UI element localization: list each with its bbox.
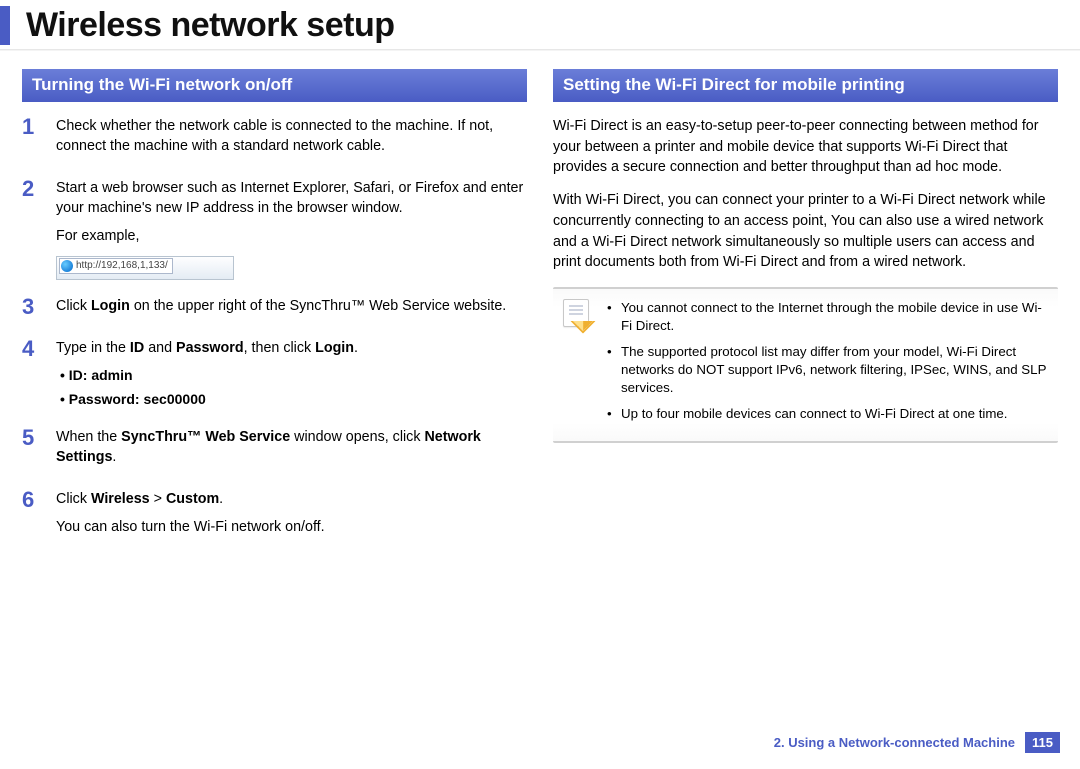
note-pencil-icon (563, 299, 589, 327)
step-number: 6 (22, 489, 42, 545)
steps-list: 1 Check whether the network cable is con… (22, 116, 527, 545)
page-title: Wireless network setup (26, 6, 1080, 45)
step-text: Type in the ID and Password, then click … (56, 338, 527, 358)
page-header: Wireless network setup (0, 6, 1080, 45)
right-column: Setting the Wi-Fi Direct for mobile prin… (553, 69, 1058, 559)
step-body: Check whether the network cable is conne… (56, 116, 527, 164)
browser-icon (61, 260, 73, 272)
step-number: 5 (22, 427, 42, 475)
intro-paragraph-1: Wi-Fi Direct is an easy-to-setup peer-to… (553, 116, 1058, 178)
note-item: Up to four mobile devices can connect to… (607, 405, 1048, 423)
step-text: Click Wireless > Custom. (56, 489, 527, 509)
header-divider (0, 49, 1080, 51)
note-box: You cannot connect to the Internet throu… (553, 287, 1058, 443)
note-list: You cannot connect to the Internet throu… (607, 299, 1048, 431)
step-number: 4 (22, 338, 42, 413)
step-number: 2 (22, 178, 42, 282)
step-text: When the SyncThru™ Web Service window op… (56, 427, 527, 467)
step-4: 4 Type in the ID and Password, then clic… (22, 338, 527, 413)
step-extra: You can also turn the Wi-Fi network on/o… (56, 517, 527, 537)
step-body: Start a web browser such as Internet Exp… (56, 178, 527, 282)
note-item: You cannot connect to the Internet throu… (607, 299, 1048, 335)
step-5: 5 When the SyncThru™ Web Service window … (22, 427, 527, 475)
step-1: 1 Check whether the network cable is con… (22, 116, 527, 164)
section-title-right: Setting the Wi-Fi Direct for mobile prin… (553, 69, 1058, 102)
address-bar-inner: http://192,168,1,133/ (59, 258, 173, 274)
note-item: The supported protocol list may differ f… (607, 343, 1048, 397)
credential-password: Password: sec00000 (60, 390, 527, 410)
step-body: Type in the ID and Password, then click … (56, 338, 527, 413)
step-body: Click Login on the upper right of the Sy… (56, 296, 527, 324)
step-3: 3 Click Login on the upper right of the … (22, 296, 527, 324)
credential-id: ID: admin (60, 366, 527, 386)
step-2: 2 Start a web browser such as Internet E… (22, 178, 527, 282)
address-bar-example: http://192,168,1,133/ (56, 256, 234, 280)
step-6: 6 Click Wireless > Custom. You can also … (22, 489, 527, 545)
content-columns: Turning the Wi-Fi network on/off 1 Check… (0, 57, 1080, 559)
footer-chapter: 2. Using a Network-connected Machine (774, 735, 1015, 750)
step-number: 1 (22, 116, 42, 164)
step-text: Click Login on the upper right of the Sy… (56, 296, 527, 316)
page-footer: 2. Using a Network-connected Machine 115 (774, 732, 1060, 753)
step-number: 3 (22, 296, 42, 324)
step-body: Click Wireless > Custom. You can also tu… (56, 489, 527, 545)
page-number: 115 (1025, 732, 1060, 753)
section-title-left: Turning the Wi-Fi network on/off (22, 69, 527, 102)
intro-paragraph-2: With Wi-Fi Direct, you can connect your … (553, 190, 1058, 273)
left-column: Turning the Wi-Fi network on/off 1 Check… (22, 69, 527, 559)
example-url: http://192,168,1,133/ (76, 259, 168, 273)
step-body: When the SyncThru™ Web Service window op… (56, 427, 527, 475)
step-text: Start a web browser such as Internet Exp… (56, 178, 527, 218)
credentials-list: ID: admin Password: sec00000 (60, 366, 527, 409)
example-label: For example, (56, 226, 527, 246)
note-icon-wrap (563, 299, 595, 431)
step-text: Check whether the network cable is conne… (56, 116, 527, 156)
